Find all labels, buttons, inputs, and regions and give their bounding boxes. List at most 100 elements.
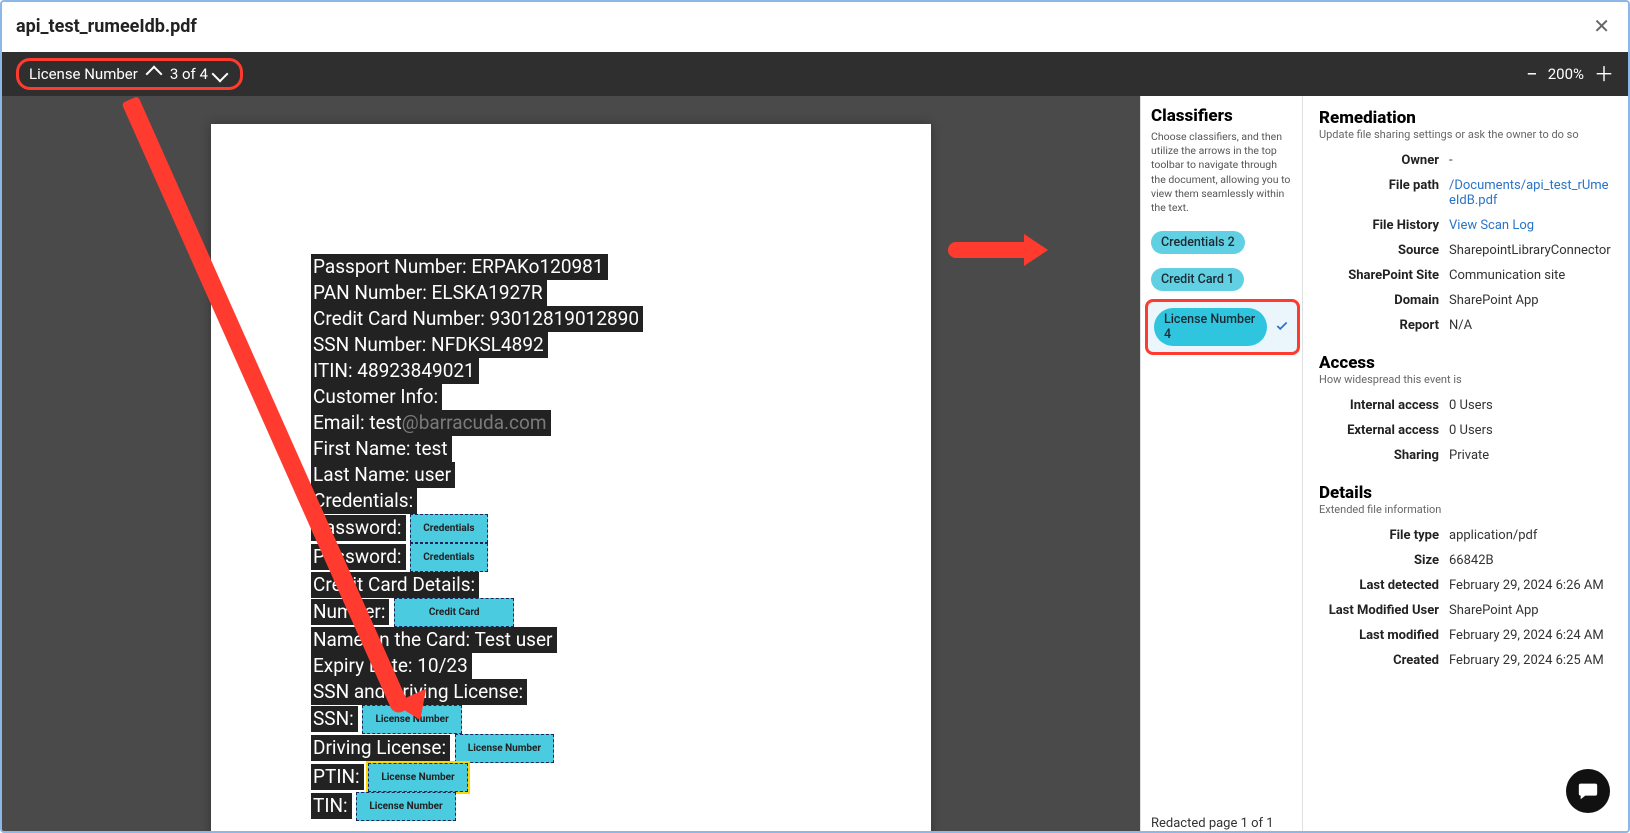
window-title: api_test_rumeeIdb.pdf [16, 16, 197, 37]
details-sub: Extended file information [1319, 503, 1612, 516]
kv-value: 66842B [1449, 553, 1612, 568]
kv-value-link[interactable]: /Documents/api_test_rUmeeIdB.pdf [1449, 178, 1612, 208]
doc-text: Credentials: [311, 488, 417, 514]
kv-row: SharingPrivate [1319, 448, 1612, 463]
kv-value: 0 Users [1449, 423, 1612, 438]
kv-value: 0 Users [1449, 398, 1612, 413]
kv-key: Internal access [1319, 398, 1449, 413]
right-panels: Classifiers Choose classifiers, and then… [1140, 96, 1628, 833]
kv-row: File HistoryView Scan Log [1319, 218, 1612, 233]
annotation-arrowhead-icon [1024, 234, 1048, 266]
classifiers-hint: Choose classifiers, and then utilize the… [1151, 130, 1292, 215]
access-heading: Access [1319, 353, 1612, 373]
document-page: Passport Number: ERPAKo120981 PAN Number… [211, 124, 931, 833]
doc-text: First Name: test [311, 436, 452, 462]
zoom-controls: − 200% ＋ [1526, 64, 1614, 84]
kv-key: Report [1319, 318, 1449, 333]
kv-row: ReportN/A [1319, 318, 1612, 333]
kv-value: N/A [1449, 318, 1612, 333]
kv-row: Internal access0 Users [1319, 398, 1612, 413]
kv-row: Last modifiedFebruary 29, 2024 6:24 AM [1319, 628, 1612, 643]
doc-text: Driving License: [311, 735, 450, 761]
kv-value: application/pdf [1449, 528, 1612, 543]
remediation-panel: Remediation Update file sharing settings… [1302, 96, 1628, 833]
doc-text: TIN: [311, 793, 352, 819]
zoom-level: 200% [1548, 65, 1584, 83]
kv-row: Last detectedFebruary 29, 2024 6:26 AM [1319, 578, 1612, 593]
main-body: Passport Number: ERPAKo120981 PAN Number… [2, 96, 1628, 833]
kv-row: CreatedFebruary 29, 2024 6:25 AM [1319, 653, 1612, 668]
kv-key: Created [1319, 653, 1449, 668]
doc-text: SSN: [311, 706, 358, 732]
app-window: api_test_rumeeIdb.pdf ✕ License Number 3… [0, 0, 1630, 833]
doc-text: ITIN: 48923849021 [311, 358, 479, 384]
kv-row: Owner- [1319, 153, 1612, 168]
help-chat-button[interactable] [1566, 769, 1610, 813]
redaction-pill[interactable]: License Number [455, 734, 554, 763]
classifier-pill-selected[interactable]: License Number 4 [1154, 308, 1267, 346]
viewer-toolbar: License Number 3 of 4 − 200% ＋ [2, 52, 1628, 96]
kv-row: SharePoint SiteCommunication site [1319, 268, 1612, 283]
kv-value: SharepointLibraryConnector [1449, 243, 1612, 258]
kv-value: SharePoint App [1449, 603, 1612, 618]
checkmark-icon [1275, 318, 1289, 337]
kv-value: - [1449, 153, 1612, 168]
titlebar: api_test_rumeeIdb.pdf ✕ [2, 2, 1628, 52]
doc-text: Name on the Card: Test user [311, 627, 557, 653]
kv-row: Size66842B [1319, 553, 1612, 568]
kv-value: February 29, 2024 6:26 AM [1449, 578, 1612, 593]
kv-row: External access0 Users [1319, 423, 1612, 438]
kv-row: SourceSharepointLibraryConnector [1319, 243, 1612, 258]
redaction-pill[interactable]: Credentials [410, 543, 487, 572]
doc-text: SSN Number: NFDKSL4892 [311, 332, 548, 358]
kv-value: Private [1449, 448, 1612, 463]
active-classifier-label: License Number [29, 65, 138, 83]
kv-key: File History [1319, 218, 1449, 233]
annotation-arrow-icon [948, 242, 1028, 258]
kv-value: February 29, 2024 6:25 AM [1449, 653, 1612, 668]
classifier-nav-group: License Number 3 of 4 [16, 58, 243, 90]
details-heading: Details [1319, 483, 1612, 503]
doc-text: Email: test@barracuda.com [311, 410, 551, 436]
kv-key: Last detected [1319, 578, 1449, 593]
kv-value: February 29, 2024 6:24 AM [1449, 628, 1612, 643]
doc-text: Customer Info: [311, 384, 442, 410]
kv-key: Last Modified User [1319, 603, 1449, 618]
kv-key: Size [1319, 553, 1449, 568]
doc-text: PTIN: [311, 764, 364, 790]
access-sub: How widespread this event is [1319, 373, 1612, 386]
kv-key: Domain [1319, 293, 1449, 308]
kv-key: File path [1319, 178, 1449, 208]
classifiers-panel: Classifiers Choose classifiers, and then… [1140, 96, 1302, 833]
remediation-heading: Remediation [1319, 108, 1612, 128]
remediation-sub: Update file sharing settings or ask the … [1319, 128, 1612, 141]
close-icon[interactable]: ✕ [1589, 10, 1614, 42]
kv-key: Sharing [1319, 448, 1449, 463]
classifier-pill[interactable]: Credentials 2 [1151, 231, 1245, 254]
kv-row: DomainSharePoint App [1319, 293, 1612, 308]
kv-row: Last Modified UserSharePoint App [1319, 603, 1612, 618]
zoom-out-button[interactable]: − [1526, 64, 1537, 84]
next-match-button[interactable] [211, 66, 228, 83]
classifiers-heading: Classifiers [1151, 106, 1292, 126]
zoom-in-button[interactable]: ＋ [1594, 64, 1614, 84]
doc-text: Last Name: user [311, 462, 455, 488]
redaction-pill-selected[interactable]: License Number [368, 763, 467, 792]
kv-key: Source [1319, 243, 1449, 258]
kv-key: Last modified [1319, 628, 1449, 643]
classifier-pill-selected-row[interactable]: License Number 4 [1145, 299, 1300, 355]
redaction-pill[interactable]: License Number [356, 792, 455, 821]
kv-key: External access [1319, 423, 1449, 438]
kv-value: SharePoint App [1449, 293, 1612, 308]
doc-text: PAN Number: ELSKA1927R [311, 280, 547, 306]
kv-value: Communication site [1449, 268, 1612, 283]
classifier-pill[interactable]: Credit Card 1 [1151, 268, 1244, 291]
kv-key: Owner [1319, 153, 1449, 168]
redaction-pill[interactable]: Credit Card [394, 598, 514, 627]
doc-text: Passport Number: ERPAKo120981 [311, 254, 608, 280]
kv-value-link[interactable]: View Scan Log [1449, 218, 1612, 233]
doc-text: Credit Card Number: 93012819012890 [311, 306, 643, 332]
kv-key: File type [1319, 528, 1449, 543]
redaction-pill[interactable]: Credentials [410, 514, 487, 543]
prev-match-button[interactable] [145, 66, 162, 83]
